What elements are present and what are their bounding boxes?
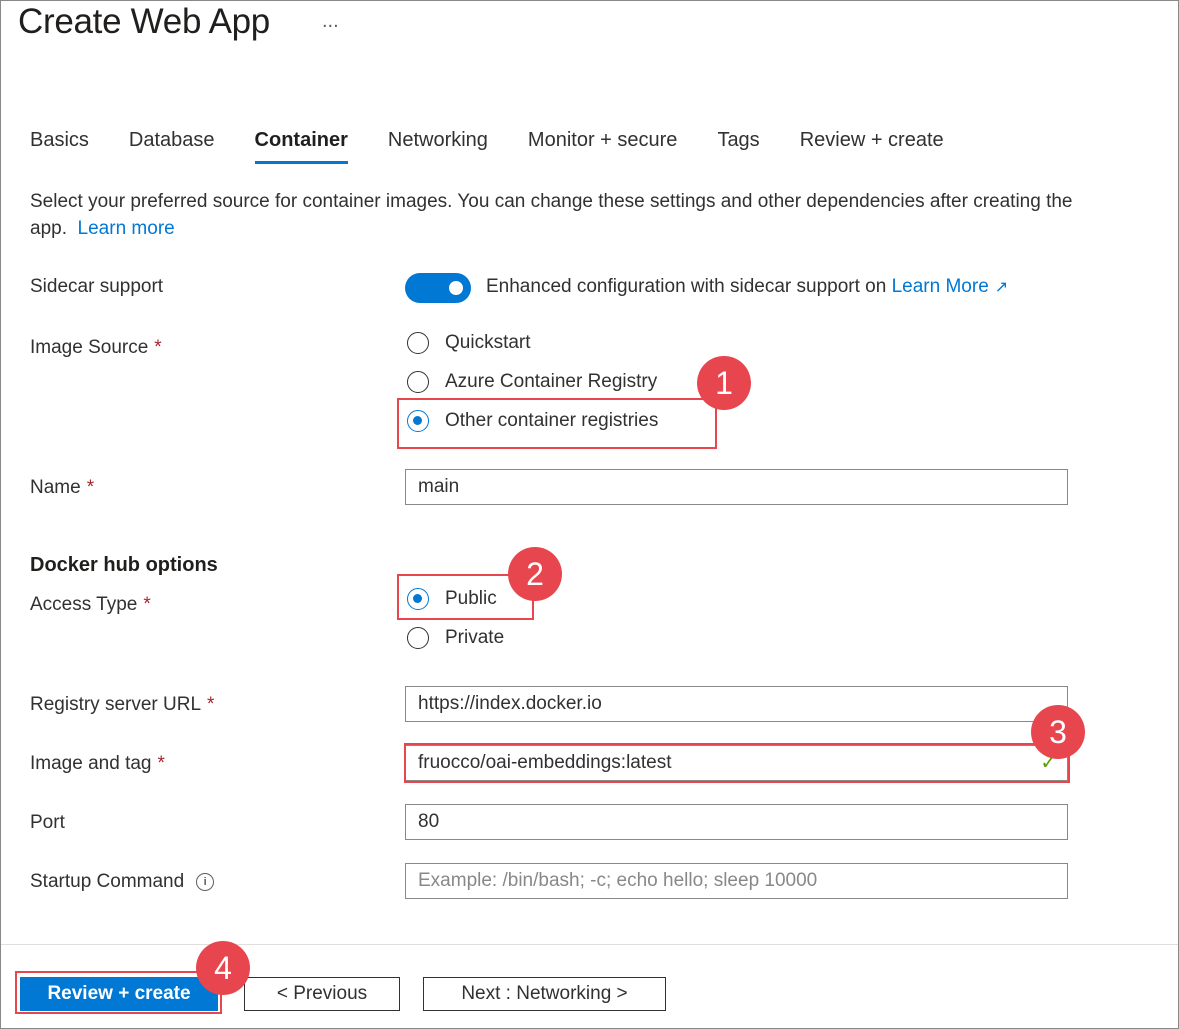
required-marker: * [157,753,165,774]
external-link-icon: ↗ [994,279,1009,296]
intro-learn-more-link[interactable]: Learn more [78,218,175,239]
sidecar-description-text: Enhanced configuration with sidecar supp… [486,276,887,297]
callout-badge-4: 4 [196,941,250,995]
intro-text: Select your preferred source for contain… [30,191,1073,239]
radio-circle[interactable] [407,371,429,393]
image-tag-label: Image and tag * [30,753,165,775]
tab-networking[interactable]: Networking [388,129,488,164]
highlight-box-1 [397,398,717,449]
registry-url-label: Registry server URL * [30,694,214,716]
info-icon[interactable]: i [196,873,215,891]
tab-container[interactable]: Container [254,129,349,164]
radio-private-label: Private [445,627,505,648]
access-type-label-text: Access Type [30,594,138,615]
intro-description: Select your preferred source for contain… [30,188,1090,242]
port-input[interactable]: 80 [405,804,1068,840]
registry-url-label-text: Registry server URL [30,694,202,715]
name-label: Name * [30,477,94,499]
callout-badge-1: 1 [697,356,751,410]
highlight-box-3 [404,743,1070,783]
tab-review-create[interactable]: Review + create [800,129,944,164]
sidecar-learn-more-link[interactable]: Learn More [892,276,989,297]
image-source-label: Image Source * [30,337,162,359]
required-marker: * [154,337,162,358]
radio-circle[interactable] [407,332,429,354]
tab-basics[interactable]: Basics [30,129,89,164]
name-label-text: Name [30,477,81,498]
toggle-knob [449,281,463,295]
image-source-label-text: Image Source [30,337,149,358]
image-tag-label-text: Image and tag [30,753,152,774]
callout-badge-3: 3 [1031,705,1085,759]
radio-quickstart[interactable]: Quickstart [407,332,531,354]
radio-private[interactable]: Private [407,627,504,649]
radio-quickstart-label: Quickstart [445,332,531,353]
access-type-label: Access Type * [30,594,151,616]
tab-database[interactable]: Database [129,129,215,164]
sidecar-description: Enhanced configuration with sidecar supp… [486,276,1008,298]
tab-bar: Basics Database Container Networking Mon… [30,129,984,164]
docker-hub-section-title: Docker hub options [30,554,218,576]
tab-monitor-secure[interactable]: Monitor + secure [528,129,678,164]
sidecar-toggle[interactable] [405,273,471,303]
next-networking-button[interactable]: Next : Networking > [423,977,666,1011]
callout-badge-2: 2 [508,547,562,601]
radio-circle[interactable] [407,627,429,649]
tab-tags[interactable]: Tags [717,129,759,164]
radio-azure-container-registry[interactable]: Azure Container Registry [407,371,657,393]
startup-command-input[interactable]: Example: /bin/bash; -c; echo hello; slee… [405,863,1068,899]
more-options-icon[interactable]: ... [322,10,339,33]
required-marker: * [207,694,215,715]
port-label: Port [30,812,65,833]
radio-acr-label: Azure Container Registry [445,371,658,392]
previous-button[interactable]: < Previous [244,977,400,1011]
sidecar-support-label: Sidecar support [30,276,164,297]
footer-divider [1,944,1178,945]
highlight-box-4 [15,971,222,1014]
startup-command-label: Startup Command i [30,871,215,893]
required-marker: * [143,594,151,615]
registry-url-input[interactable]: https://index.docker.io [405,686,1068,722]
startup-command-label-text: Startup Command [30,871,185,892]
name-input[interactable]: main [405,469,1068,505]
page-title: Create Web App [18,2,270,41]
required-marker: * [86,477,95,498]
